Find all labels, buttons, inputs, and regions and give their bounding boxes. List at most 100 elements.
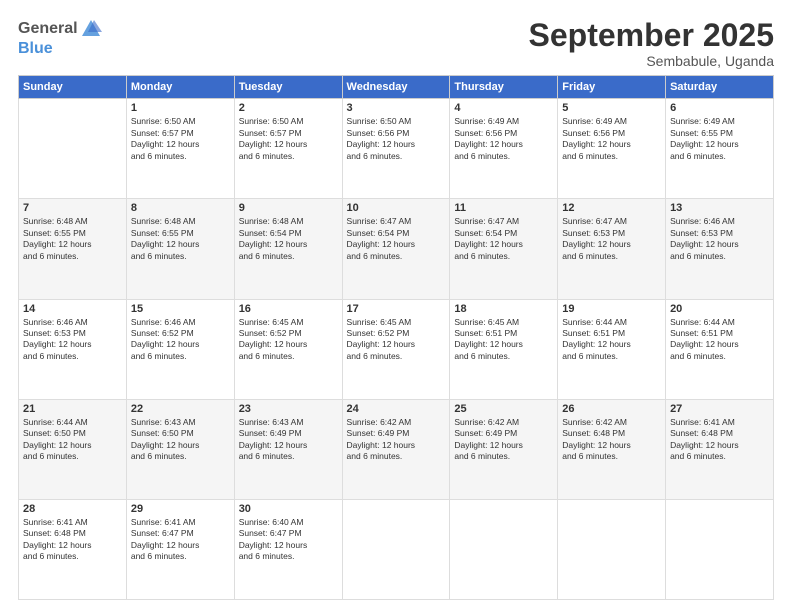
day-number: 9 — [239, 202, 338, 214]
cell-content: Sunrise: 6:48 AMSunset: 6:55 PMDaylight:… — [131, 216, 230, 262]
week-row-4: 21 Sunrise: 6:44 AMSunset: 6:50 PMDayligh… — [19, 399, 774, 499]
cell-content: Sunrise: 6:45 AMSunset: 6:51 PMDaylight:… — [454, 317, 553, 363]
table-cell: 30 Sunrise: 6:40 AMSunset: 6:47 PMDayligh… — [234, 499, 342, 599]
cell-content: Sunrise: 6:41 AMSunset: 6:48 PMDaylight:… — [23, 517, 122, 563]
table-cell: 27 Sunrise: 6:41 AMSunset: 6:48 PMDayligh… — [666, 399, 774, 499]
cell-content: Sunrise: 6:42 AMSunset: 6:49 PMDaylight:… — [454, 417, 553, 463]
day-number: 14 — [23, 303, 122, 315]
day-number: 18 — [454, 303, 553, 315]
day-number: 16 — [239, 303, 338, 315]
week-row-1: 1 Sunrise: 6:50 AMSunset: 6:57 PMDaylight… — [19, 99, 774, 199]
day-number: 3 — [347, 102, 446, 114]
day-number: 7 — [23, 202, 122, 214]
cell-content: Sunrise: 6:43 AMSunset: 6:49 PMDaylight:… — [239, 417, 338, 463]
table-cell: 3 Sunrise: 6:50 AMSunset: 6:56 PMDaylight… — [342, 99, 450, 199]
col-friday: Friday — [558, 76, 666, 99]
table-cell: 20 Sunrise: 6:44 AMSunset: 6:51 PMDayligh… — [666, 299, 774, 399]
cell-content: Sunrise: 6:49 AMSunset: 6:55 PMDaylight:… — [670, 116, 769, 162]
calendar-table: Sunday Monday Tuesday Wednesday Thursday… — [18, 75, 774, 600]
cell-content: Sunrise: 6:42 AMSunset: 6:48 PMDaylight:… — [562, 417, 661, 463]
day-number: 2 — [239, 102, 338, 114]
cell-content: Sunrise: 6:50 AMSunset: 6:57 PMDaylight:… — [131, 116, 230, 162]
table-cell: 14 Sunrise: 6:46 AMSunset: 6:53 PMDayligh… — [19, 299, 127, 399]
cell-content: Sunrise: 6:44 AMSunset: 6:51 PMDaylight:… — [670, 317, 769, 363]
logo: General Blue — [18, 18, 102, 58]
table-cell: 29Sunrise: 6:41 AMSunset: 6:47 PMDayligh… — [126, 499, 234, 599]
header-row: Sunday Monday Tuesday Wednesday Thursday… — [19, 76, 774, 99]
month-title: September 2025 — [529, 18, 774, 53]
day-number: 30 — [239, 503, 338, 515]
cell-content: Sunrise: 6:40 AMSunset: 6:47 PMDaylight:… — [239, 517, 338, 563]
day-number: 23 — [239, 403, 338, 415]
cell-content: Sunrise: 6:50 AMSunset: 6:57 PMDaylight:… — [239, 116, 338, 162]
day-number: 28 — [23, 503, 122, 515]
table-cell: 22 Sunrise: 6:43 AMSunset: 6:50 PMDayligh… — [126, 399, 234, 499]
table-cell: 8 Sunrise: 6:48 AMSunset: 6:55 PMDaylight… — [126, 199, 234, 299]
day-number: 20 — [670, 303, 769, 315]
cell-content: Sunrise: 6:48 AMSunset: 6:54 PMDaylight:… — [239, 216, 338, 262]
table-cell: 10Sunrise: 6:47 AMSunset: 6:54 PMDayligh… — [342, 199, 450, 299]
day-number: 22 — [131, 403, 230, 415]
table-cell: 7 Sunrise: 6:48 AMSunset: 6:55 PMDaylight… — [19, 199, 127, 299]
col-saturday: Saturday — [666, 76, 774, 99]
table-cell: 28 Sunrise: 6:41 AMSunset: 6:48 PMDayligh… — [19, 499, 127, 599]
table-cell: 4 Sunrise: 6:49 AMSunset: 6:56 PMDaylight… — [450, 99, 558, 199]
table-cell: 5Sunrise: 6:49 AMSunset: 6:56 PMDaylight… — [558, 99, 666, 199]
table-cell: 11Sunrise: 6:47 AMSunset: 6:54 PMDayligh… — [450, 199, 558, 299]
cell-content: Sunrise: 6:46 AMSunset: 6:53 PMDaylight:… — [670, 216, 769, 262]
cell-content: Sunrise: 6:41 AMSunset: 6:47 PMDaylight:… — [131, 517, 230, 563]
col-monday: Monday — [126, 76, 234, 99]
day-number: 15 — [131, 303, 230, 315]
day-number: 21 — [23, 403, 122, 415]
table-cell: 6 Sunrise: 6:49 AMSunset: 6:55 PMDaylight… — [666, 99, 774, 199]
cell-content: Sunrise: 6:50 AMSunset: 6:56 PMDaylight:… — [347, 116, 446, 162]
table-cell: 1 Sunrise: 6:50 AMSunset: 6:57 PMDaylight… — [126, 99, 234, 199]
col-wednesday: Wednesday — [342, 76, 450, 99]
location-subtitle: Sembabule, Uganda — [529, 53, 774, 69]
col-thursday: Thursday — [450, 76, 558, 99]
cell-content: Sunrise: 6:45 AMSunset: 6:52 PMDaylight:… — [239, 317, 338, 363]
table-cell: 19 Sunrise: 6:44 AMSunset: 6:51 PMDayligh… — [558, 299, 666, 399]
table-cell: 25 Sunrise: 6:42 AMSunset: 6:49 PMDayligh… — [450, 399, 558, 499]
day-number: 27 — [670, 403, 769, 415]
table-cell: 18 Sunrise: 6:45 AMSunset: 6:51 PMDayligh… — [450, 299, 558, 399]
week-row-3: 14 Sunrise: 6:46 AMSunset: 6:53 PMDayligh… — [19, 299, 774, 399]
day-number: 8 — [131, 202, 230, 214]
cell-content: Sunrise: 6:45 AMSunset: 6:52 PMDaylight:… — [347, 317, 446, 363]
table-cell: 2 Sunrise: 6:50 AMSunset: 6:57 PMDaylight… — [234, 99, 342, 199]
table-cell: 15Sunrise: 6:46 AMSunset: 6:52 PMDayligh… — [126, 299, 234, 399]
cell-content: Sunrise: 6:47 AMSunset: 6:54 PMDaylight:… — [347, 216, 446, 262]
day-number: 17 — [347, 303, 446, 315]
table-cell: 24Sunrise: 6:42 AMSunset: 6:49 PMDayligh… — [342, 399, 450, 499]
cell-content: Sunrise: 6:44 AMSunset: 6:50 PMDaylight:… — [23, 417, 122, 463]
cell-content: Sunrise: 6:43 AMSunset: 6:50 PMDaylight:… — [131, 417, 230, 463]
table-cell: 13 Sunrise: 6:46 AMSunset: 6:53 PMDayligh… — [666, 199, 774, 299]
day-number: 1 — [131, 102, 230, 114]
week-row-5: 28 Sunrise: 6:41 AMSunset: 6:48 PMDayligh… — [19, 499, 774, 599]
table-cell — [666, 499, 774, 599]
cell-content: Sunrise: 6:47 AMSunset: 6:54 PMDaylight:… — [454, 216, 553, 262]
cell-content: Sunrise: 6:44 AMSunset: 6:51 PMDaylight:… — [562, 317, 661, 363]
table-cell — [450, 499, 558, 599]
cell-content: Sunrise: 6:48 AMSunset: 6:55 PMDaylight:… — [23, 216, 122, 262]
table-cell: 17 Sunrise: 6:45 AMSunset: 6:52 PMDayligh… — [342, 299, 450, 399]
cell-content: Sunrise: 6:41 AMSunset: 6:48 PMDaylight:… — [670, 417, 769, 463]
table-cell — [558, 499, 666, 599]
day-number: 13 — [670, 202, 769, 214]
day-number: 19 — [562, 303, 661, 315]
table-cell: 16 Sunrise: 6:45 AMSunset: 6:52 PMDayligh… — [234, 299, 342, 399]
day-number: 25 — [454, 403, 553, 415]
logo-icon — [80, 18, 102, 40]
day-number: 5 — [562, 102, 661, 114]
day-number: 26 — [562, 403, 661, 415]
cell-content: Sunrise: 6:46 AMSunset: 6:53 PMDaylight:… — [23, 317, 122, 363]
table-cell: 26 Sunrise: 6:42 AMSunset: 6:48 PMDayligh… — [558, 399, 666, 499]
cell-content: Sunrise: 6:47 AMSunset: 6:53 PMDaylight:… — [562, 216, 661, 262]
logo-general: General — [18, 20, 78, 38]
logo-blue: Blue — [18, 40, 102, 58]
day-number: 6 — [670, 102, 769, 114]
cell-content: Sunrise: 6:49 AMSunset: 6:56 PMDaylight:… — [454, 116, 553, 162]
col-sunday: Sunday — [19, 76, 127, 99]
day-number: 4 — [454, 102, 553, 114]
cell-content: Sunrise: 6:42 AMSunset: 6:49 PMDaylight:… — [347, 417, 446, 463]
